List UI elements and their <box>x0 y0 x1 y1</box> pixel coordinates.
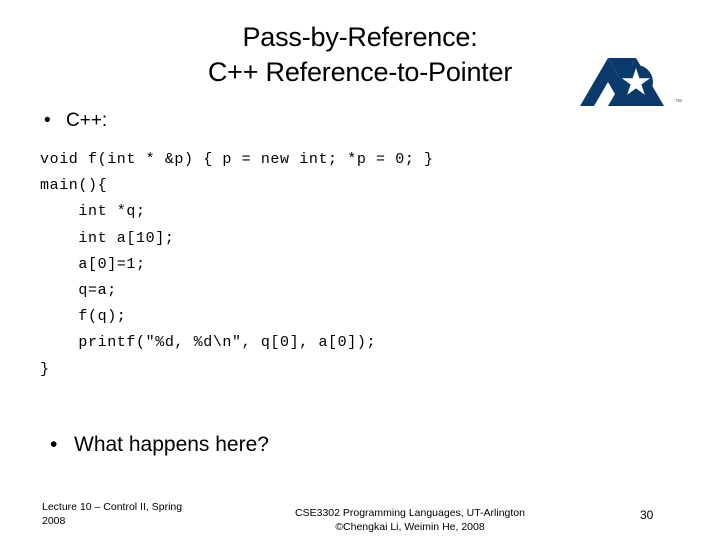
svg-text:™: ™ <box>675 99 682 106</box>
footer-course-info: CSE3302 Programming Languages, UT-Arling… <box>295 507 525 534</box>
page-number: 30 <box>640 508 654 522</box>
bullet-marker-icon-2: • <box>50 433 58 456</box>
uta-logo: ™ <box>578 56 696 111</box>
bullet-question-label: What happens here? <box>74 433 269 456</box>
bullet-marker-icon: • <box>44 110 51 131</box>
bullet-question: • What happens here? <box>50 432 269 457</box>
code-block: void f(int * &p) { p = new int; *p = 0; … <box>40 151 434 378</box>
bullet-cpp-label: C++: <box>66 110 108 131</box>
bullet-cpp: • C++: <box>44 110 107 133</box>
slide: Pass-by-Reference: C++ Reference-to-Poin… <box>0 0 720 540</box>
